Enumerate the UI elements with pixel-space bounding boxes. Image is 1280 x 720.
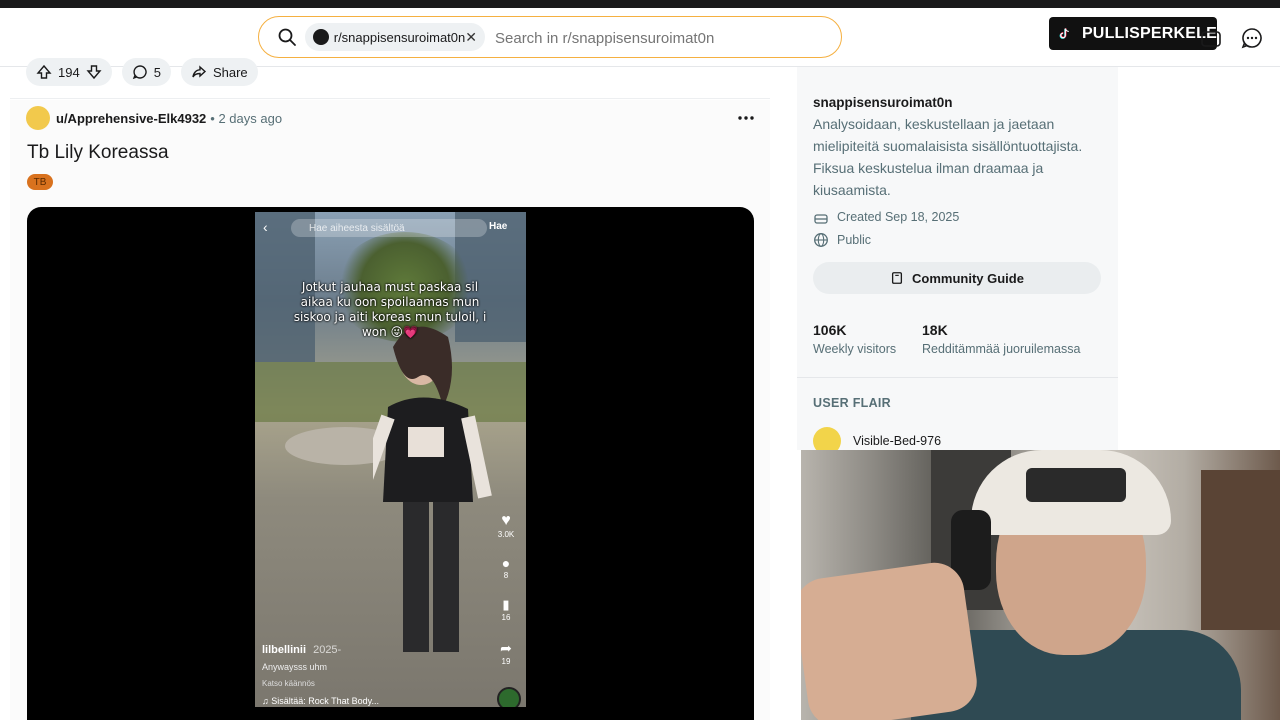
video-year: 2025- [313, 644, 342, 656]
cake-icon [814, 214, 828, 224]
subreddit-search-chip[interactable]: r/snappisensuroimat0n ✕ [305, 23, 485, 51]
like-count: 3.0K [497, 530, 515, 539]
streamer-brand-badge: PULLISPERKELE [1049, 17, 1217, 50]
weekly-visitors-stat: 106K Weekly visitors [813, 322, 896, 356]
search-bar[interactable]: r/snappisensuroimat0n ✕ [258, 16, 842, 58]
top-strip [0, 0, 1280, 8]
video-username-text[interactable]: lilbellinii [262, 644, 306, 656]
share-rail[interactable]: ➦ 19 [495, 640, 517, 666]
author-avatar[interactable] [26, 106, 50, 130]
community-description: Analysoidaan, keskustellaan ja jaetaan m… [813, 116, 1083, 198]
subreddit-avatar-icon [313, 29, 329, 45]
post-author-row: u/Apprehensive-Elk4932 • 2 days ago [26, 106, 282, 130]
music-info[interactable]: ♫ Sisältää: Rock That Body... [262, 696, 379, 706]
streamer-arm [801, 558, 981, 720]
vote-count: 194 [58, 64, 80, 80]
video-username[interactable]: lilbellinii 2025- [262, 644, 341, 656]
video-search-box[interactable]: Hae aiheesta sisältöä [291, 219, 487, 237]
music-disc-icon[interactable] [497, 687, 521, 707]
video-comment-icon[interactable]: ● [495, 555, 517, 571]
search-input[interactable] [493, 23, 827, 53]
tiktok-logo-icon [1059, 27, 1069, 39]
community-name: snappisensuroimat0n [813, 95, 953, 110]
user-flair-heading: USER FLAIR [813, 396, 891, 410]
share-label: Share [212, 64, 248, 80]
community-guide-label: Community Guide [912, 270, 1024, 286]
brand-name: PULLISPERKELE [1081, 24, 1217, 42]
globe-icon [814, 233, 828, 247]
sidebar-divider [797, 377, 1118, 378]
community-sidebar: snappisensuroimat0n Analysoidaan, keskus… [797, 67, 1118, 455]
dancing-person [373, 326, 492, 652]
post-card: u/Apprehensive-Elk4932 • 2 days ago Tb L… [10, 100, 770, 720]
flair-username: Visible-Bed-976 [853, 434, 942, 448]
created-date: Created Sep 18, 2025 [813, 209, 959, 225]
comment-icon [132, 65, 147, 80]
author-username[interactable]: u/Apprehensive-Elk4932 [56, 111, 206, 126]
comment-rail[interactable]: ● 8 [495, 555, 517, 580]
advertise-icon[interactable] [1200, 28, 1222, 50]
video-search-button[interactable]: Hae [489, 221, 507, 232]
video-frame[interactable]: ‹ Hae aiheesta sisältöä Hae Jotkut jauha… [255, 212, 526, 707]
video-share-count: 19 [501, 657, 511, 666]
like-rail[interactable]: ♥ 3.0K [495, 512, 517, 539]
background-shelf [1201, 470, 1280, 630]
video-share-icon[interactable]: ➦ [495, 640, 517, 657]
post-flair[interactable]: TB [27, 174, 53, 190]
cap-patch [1026, 468, 1126, 502]
video-caption: Jotkut jauhaa must paskaa sil aikaa ku o… [293, 280, 487, 339]
vote-group: 194 [26, 58, 112, 86]
visibility-text: Public [837, 233, 872, 247]
stat-label: Redditämmää juoruilemassa [922, 342, 1081, 356]
chat-icon[interactable] [1241, 27, 1263, 49]
upvote-icon[interactable] [36, 64, 52, 80]
translate-link[interactable]: Katso käännös [262, 679, 315, 688]
stat-label: Weekly visitors [813, 342, 897, 356]
previous-post-actions: 194 5 Share [26, 58, 258, 86]
downvote-icon[interactable] [86, 64, 102, 80]
share-icon [192, 65, 206, 78]
video-description: Anywaysss uhm [262, 662, 328, 672]
comment-count: 5 [153, 64, 161, 80]
more-options-icon[interactable] [736, 110, 756, 126]
webcam-overlay [801, 450, 1280, 720]
heart-icon[interactable]: ♥ [495, 512, 517, 530]
bookmark-icon[interactable]: ▮ [495, 597, 517, 613]
stat-number: 106K [813, 322, 847, 338]
post-time: • 2 days ago [210, 110, 283, 126]
book-icon [891, 272, 903, 284]
search-icon [278, 28, 296, 46]
chip-label: r/snappisensuroimat0n [333, 29, 466, 45]
post-divider [10, 98, 770, 99]
video-comment-count: 8 [503, 571, 509, 580]
save-rail[interactable]: ▮ 16 [495, 597, 517, 622]
contributors-stat: 18K Redditämmää juoruilemassa [922, 322, 1080, 356]
visibility: Public [813, 232, 871, 248]
comments-button[interactable]: 5 [121, 58, 171, 86]
stat-number: 18K [922, 322, 948, 338]
video-player[interactable]: ‹ Hae aiheesta sisältöä Hae Jotkut jauha… [27, 207, 754, 720]
community-guide-button[interactable]: Community Guide [813, 262, 1101, 294]
save-count: 16 [501, 613, 511, 622]
close-icon[interactable]: ✕ [465, 29, 477, 46]
post-title[interactable]: Tb Lily Koreassa [27, 142, 169, 164]
back-arrow-icon[interactable]: ‹ [263, 219, 268, 235]
share-button[interactable]: Share [180, 58, 258, 86]
created-text: Created Sep 18, 2025 [837, 210, 960, 224]
